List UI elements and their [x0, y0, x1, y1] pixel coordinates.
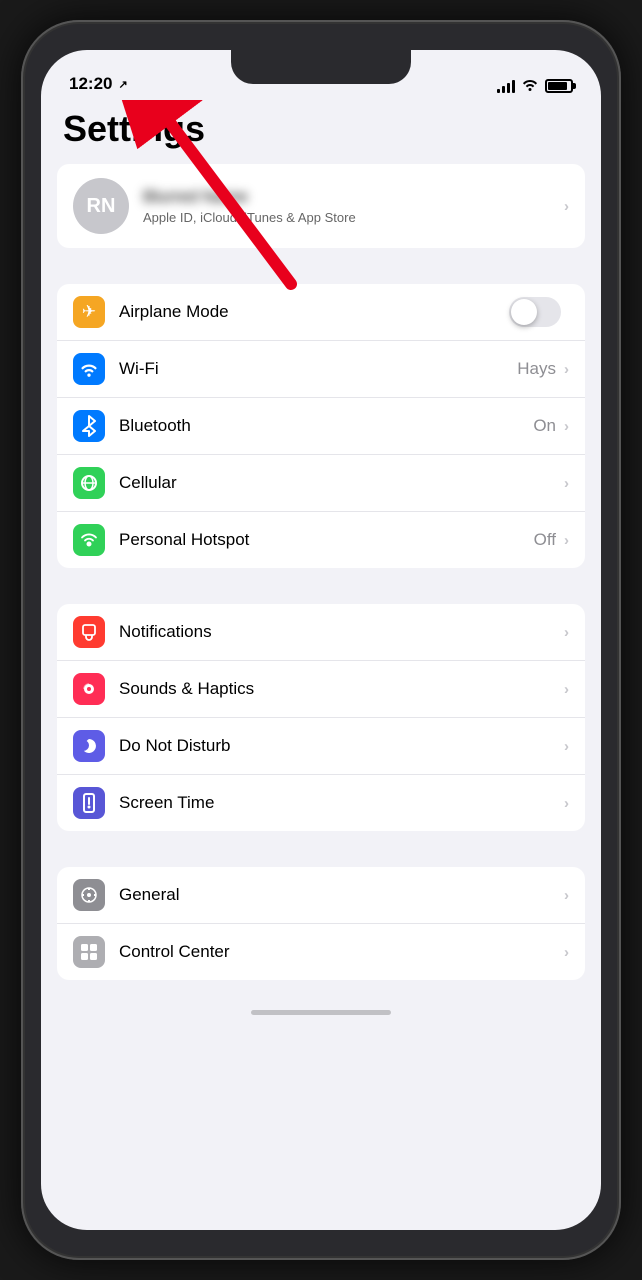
- general-icon: [73, 879, 105, 911]
- wifi-status-icon: [521, 77, 539, 94]
- hotspot-row[interactable]: Personal Hotspot Off ›: [57, 512, 585, 568]
- battery-icon: [545, 79, 573, 93]
- chevron-icon: ›: [564, 361, 569, 378]
- wifi-icon: [73, 353, 105, 385]
- phone-frame: 12:20 ↗: [21, 20, 621, 1260]
- wifi-label: Wi-Fi: [119, 359, 517, 379]
- hotspot-icon: [73, 524, 105, 556]
- signal-strength-icon: [497, 79, 515, 93]
- page-title: Settings: [41, 100, 601, 164]
- bluetooth-value: On: [533, 416, 556, 436]
- chevron-icon: ›: [564, 198, 569, 215]
- apple-id-subtitle: Apple ID, iCloud, iTunes & App Store: [143, 210, 564, 225]
- control-center-icon: [73, 936, 105, 968]
- bluetooth-label: Bluetooth: [119, 416, 533, 436]
- connectivity-section: ✈ Airplane Mode Wi-Fi Hays ›: [57, 284, 585, 568]
- cellular-label: Cellular: [119, 473, 564, 493]
- cellular-row[interactable]: Cellular ›: [57, 455, 585, 512]
- apple-id-info: Blurred Name Apple ID, iCloud, iTunes & …: [143, 187, 564, 225]
- cellular-icon: [73, 467, 105, 499]
- avatar: RN: [73, 178, 129, 234]
- home-indicator: [251, 1010, 391, 1015]
- general-section: General › Control Center ›: [57, 867, 585, 980]
- general-row[interactable]: General ›: [57, 867, 585, 924]
- chevron-icon: ›: [564, 738, 569, 755]
- control-center-label: Control Center: [119, 942, 564, 962]
- control-center-row[interactable]: Control Center ›: [57, 924, 585, 980]
- notch: [231, 50, 411, 84]
- content-scroll[interactable]: Settings RN Blurred Name Apple ID, iClou…: [41, 100, 601, 1230]
- sounds-row[interactable]: Sounds & Haptics ›: [57, 661, 585, 718]
- general-label: General: [119, 885, 564, 905]
- chevron-icon: ›: [564, 418, 569, 435]
- apple-id-section: RN Blurred Name Apple ID, iCloud, iTunes…: [57, 164, 585, 248]
- sounds-icon: [73, 673, 105, 705]
- dnd-icon: [73, 730, 105, 762]
- airplane-mode-icon: ✈: [73, 296, 105, 328]
- apple-id-name: Blurred Name: [143, 187, 564, 207]
- dnd-label: Do Not Disturb: [119, 736, 564, 756]
- chevron-icon: ›: [564, 887, 569, 904]
- wifi-row[interactable]: Wi-Fi Hays ›: [57, 341, 585, 398]
- screen-time-row[interactable]: Screen Time ›: [57, 775, 585, 831]
- status-icons: [497, 77, 573, 94]
- airplane-mode-row[interactable]: ✈ Airplane Mode: [57, 284, 585, 341]
- airplane-mode-toggle[interactable]: [509, 297, 561, 327]
- bluetooth-icon: [73, 410, 105, 442]
- bluetooth-row[interactable]: Bluetooth On ›: [57, 398, 585, 455]
- location-arrow-icon: ↗: [118, 78, 127, 91]
- chevron-icon: ›: [564, 795, 569, 812]
- chevron-icon: ›: [564, 532, 569, 549]
- hotspot-label: Personal Hotspot: [119, 530, 534, 550]
- airplane-mode-label: Airplane Mode: [119, 302, 509, 322]
- screen-time-label: Screen Time: [119, 793, 564, 813]
- clock: 12:20: [69, 74, 112, 94]
- screen: 12:20 ↗: [41, 50, 601, 1230]
- status-time: 12:20 ↗: [69, 74, 128, 94]
- apple-id-row[interactable]: RN Blurred Name Apple ID, iCloud, iTunes…: [57, 164, 585, 248]
- notifications-icon: [73, 616, 105, 648]
- chevron-icon: ›: [564, 624, 569, 641]
- chevron-icon: ›: [564, 944, 569, 961]
- hotspot-value: Off: [534, 530, 556, 550]
- chevron-icon: ›: [564, 681, 569, 698]
- chevron-icon: ›: [564, 475, 569, 492]
- notifications-label: Notifications: [119, 622, 564, 642]
- screen-time-icon: [73, 787, 105, 819]
- wifi-value: Hays: [517, 359, 556, 379]
- alerts-section: Notifications › Sounds & Haptics ›: [57, 604, 585, 831]
- toggle-thumb: [511, 299, 537, 325]
- sounds-label: Sounds & Haptics: [119, 679, 564, 699]
- dnd-row[interactable]: Do Not Disturb ›: [57, 718, 585, 775]
- notifications-row[interactable]: Notifications ›: [57, 604, 585, 661]
